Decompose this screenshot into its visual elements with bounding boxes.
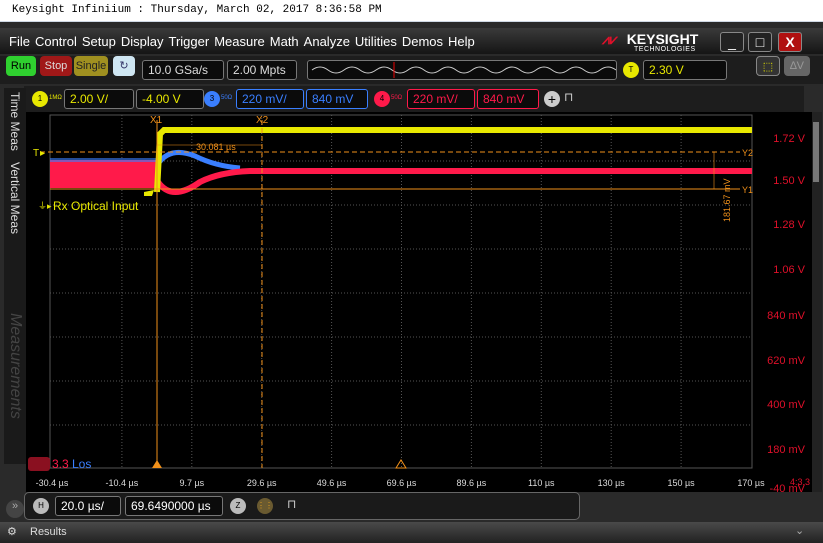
menu-bar: File Control Setup Display Trigger Measu… xyxy=(0,28,823,54)
cursor-x1-label: X1 xyxy=(150,115,163,126)
x-tick-label: 110 µs xyxy=(528,478,555,488)
y-tick-label: 1.28 V xyxy=(773,219,805,231)
channel-bar: 1 1MΩ 2.00 V/ -4.00 V 3 50Ω 220 mV/ 840 … xyxy=(24,86,804,112)
horizontal-icon[interactable]: H xyxy=(33,498,49,514)
channel-3-scale[interactable]: 220 mV/ xyxy=(236,89,304,109)
x-tick-label: -30.4 µs xyxy=(36,478,69,488)
x-tick-label: 150 µs xyxy=(667,478,695,488)
oscilloscope-app: File Control Setup Display Trigger Measu… xyxy=(0,22,823,543)
delta-x-readout: 30.081 µs xyxy=(196,142,236,152)
channel-4-impedance: 50Ω xyxy=(391,95,403,101)
keysight-logo: ⩘⩗ KEYSIGHT TECHNOLOGIES xyxy=(602,31,699,53)
add-channel-icon[interactable]: + xyxy=(544,91,560,107)
autoscale-icon[interactable]: ↻ xyxy=(113,56,135,76)
y-tick-label: 1.50 V xyxy=(773,175,805,187)
channel-1-label: Rx Optical Input xyxy=(53,199,139,213)
run-button[interactable]: Run xyxy=(6,56,36,76)
cursor-y2-label: Y2 xyxy=(742,148,753,158)
y-tick-label: 1.72 V xyxy=(773,133,805,145)
menu-trigger[interactable]: Trigger xyxy=(168,34,209,49)
trigger-level-marker[interactable]: T xyxy=(33,148,39,159)
x-tick-label: 170 µs xyxy=(737,478,765,488)
menu-math[interactable]: Math xyxy=(270,34,299,49)
sample-rate-field[interactable]: 10.0 GSa/s xyxy=(142,60,224,80)
zoom-icon[interactable]: Z xyxy=(230,498,246,514)
channel-1-icon[interactable]: 1 xyxy=(32,91,48,107)
channel-4-trace-pre xyxy=(50,160,157,188)
ruler-icon[interactable]: ⋮⋮ xyxy=(257,498,273,514)
channel-4-offset[interactable]: 840 mV xyxy=(477,89,539,109)
x-tick-label: -10.4 µs xyxy=(106,478,139,488)
scrollbar[interactable] xyxy=(813,122,819,182)
menu-control[interactable]: Control xyxy=(35,34,77,49)
x-tick-label: 29.6 µs xyxy=(247,478,277,488)
cursor-x2-label: X2 xyxy=(256,115,269,126)
y-tick-label: 840 mV xyxy=(767,310,806,322)
bottom-left-blue: Los xyxy=(72,457,91,471)
zoom-box-icon[interactable]: ⬚ xyxy=(756,56,780,76)
maximize-button[interactable]: □ xyxy=(748,32,772,52)
collapse-icon[interactable]: ⌄ xyxy=(795,524,804,537)
menu-display[interactable]: Display xyxy=(121,34,164,49)
y-tick-label: 400 mV xyxy=(767,399,806,411)
channel-4-scale[interactable]: 220 mV/ xyxy=(407,89,475,109)
menu-demos[interactable]: Demos xyxy=(402,34,443,49)
cursor-y1-label: Y1 xyxy=(742,185,753,195)
y-tick-label: 1.06 V xyxy=(773,264,805,276)
horizontal-scale[interactable]: 20.0 µs/ xyxy=(55,496,121,516)
waveform-display[interactable]: X1 X2 Y2 Y1 30.081 µs 181.67 mV T ▸ ⏚▸ R… xyxy=(0,112,823,492)
close-button[interactable]: X xyxy=(778,32,802,52)
waveform-overview[interactable] xyxy=(307,60,617,80)
channel-4-icon[interactable]: 4 xyxy=(374,91,390,107)
channel-1-scale[interactable]: 2.00 V/ xyxy=(64,89,134,109)
stop-button[interactable]: Stop xyxy=(40,56,72,76)
channel-3-offset[interactable]: 840 mV xyxy=(306,89,368,109)
horizontal-bar: H 20.0 µs/ 69.6490000 µs Z ⋮⋮ ⊓ xyxy=(24,492,580,520)
results-bar[interactable]: ⚙ Results ⌄ xyxy=(0,522,823,543)
window-title: Keysight Infiniium : Thursday, March 02,… xyxy=(0,0,823,22)
pin-icon[interactable]: ⊓ xyxy=(564,90,573,104)
y-tick-label: 620 mV xyxy=(767,355,806,367)
minimize-button[interactable]: _ xyxy=(720,32,744,52)
corner-label: 4:3.3 xyxy=(790,477,810,487)
channel-4-marker-icon xyxy=(28,457,50,471)
expand-icon[interactable]: » xyxy=(6,500,24,518)
single-button[interactable]: Single xyxy=(74,56,108,76)
bottom-left-red: 3.3 xyxy=(52,457,69,471)
channel-3-icon[interactable]: 3 xyxy=(204,91,220,107)
measure-icon[interactable]: ∆V xyxy=(784,56,810,76)
channel-1-impedance: 1MΩ xyxy=(49,95,62,101)
x-tick-label: 89.6 µs xyxy=(457,478,487,488)
x-tick-label: 69.6 µs xyxy=(387,478,417,488)
menu-utilities[interactable]: Utilities xyxy=(355,34,397,49)
horizontal-position[interactable]: 69.6490000 µs xyxy=(125,496,223,516)
menu-analyze[interactable]: Analyze xyxy=(304,34,350,49)
menu-setup[interactable]: Setup xyxy=(82,34,116,49)
svg-text:▸: ▸ xyxy=(40,148,45,159)
menu-help[interactable]: Help xyxy=(448,34,475,49)
channel-3-impedance: 50Ω xyxy=(221,95,233,101)
channel-1-offset[interactable]: -4.00 V xyxy=(136,89,204,109)
pin-icon[interactable]: ⊓ xyxy=(287,497,296,511)
gear-icon[interactable]: ⚙ xyxy=(7,525,17,538)
trigger-level-field[interactable]: 2.30 V xyxy=(643,60,727,80)
x-tick-label: 130 µs xyxy=(598,478,626,488)
acquisition-toolbar: Run Stop Single ↻ 10.0 GSa/s 2.00 Mpts T… xyxy=(0,56,823,84)
y-tick-label: 180 mV xyxy=(767,444,806,456)
ground-icon: ⏚▸ xyxy=(38,201,52,211)
trigger-icon: T xyxy=(623,62,639,78)
x-tick-label: 9.7 µs xyxy=(179,478,204,488)
x-tick-label: 49.6 µs xyxy=(317,478,347,488)
delta-y-readout: 181.67 mV xyxy=(722,178,732,222)
memory-depth-field[interactable]: 2.00 Mpts xyxy=(227,60,297,80)
results-label: Results xyxy=(30,526,67,538)
menu-measure[interactable]: Measure xyxy=(214,34,265,49)
menu-file[interactable]: File xyxy=(9,34,30,49)
